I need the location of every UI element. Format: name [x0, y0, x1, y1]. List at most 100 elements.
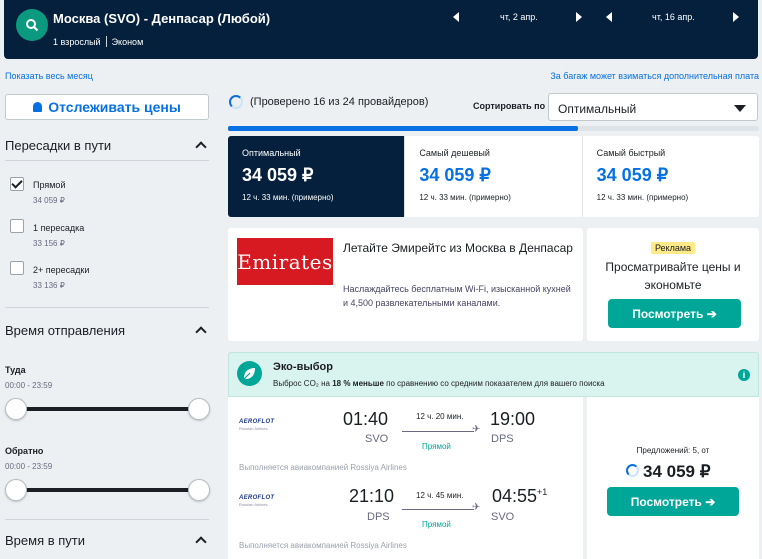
airline-logo-text: AEROFLOT	[239, 419, 275, 425]
stops-two-plus-price: 33 136 ₽	[33, 281, 65, 290]
ad-badge: Реклама	[650, 242, 696, 254]
prev-depart-date-icon[interactable]	[453, 12, 459, 22]
outbound-arrival-time: 19:00	[490, 409, 536, 429]
search-progress-fill	[228, 126, 579, 131]
search-progress-bar	[228, 126, 759, 131]
next-depart-date-icon[interactable]	[576, 12, 582, 22]
plane-icon: ✈	[472, 502, 481, 513]
plane-icon: ✈	[472, 424, 481, 435]
stops-one-checkbox[interactable]	[10, 219, 24, 233]
stops-direct-label: Прямой	[33, 180, 66, 190]
outbound-departure-airport: SVO	[365, 433, 389, 445]
inbound-arrival-airport: SVO	[491, 511, 515, 523]
outbound-departure-time: 01:40	[343, 409, 389, 429]
search-icon[interactable]	[16, 9, 48, 41]
eco-desc-highlight: 18 % меньше	[332, 379, 384, 388]
chevron-up-icon[interactable]	[195, 536, 207, 548]
loading-spinner-icon	[229, 95, 243, 109]
tab-label: Самый быстрый	[596, 148, 666, 158]
search-summary-header[interactable]: Москва (SVO) - Денпасар (Любой) 1 взросл…	[4, 0, 758, 59]
airline-logo-subtext: Russian Airlines	[239, 502, 268, 507]
next-day-indicator: +1	[537, 487, 548, 497]
chevron-up-icon[interactable]	[195, 141, 207, 153]
tab-duration: 12 ч. 33 мин. (примерно)	[596, 193, 689, 202]
tab-price: 34 059 ₽	[242, 165, 314, 185]
tab-fastest[interactable]: Самый быстрый 34 059 ₽ 12 ч. 33 мин. (пр…	[583, 136, 759, 217]
prev-return-date-icon[interactable]	[606, 12, 612, 22]
result-price: 34 059 ₽	[643, 462, 711, 481]
outbound-label: Туда	[5, 365, 26, 375]
providers-checked-status: (Проверено 16 из 24 провайдеров)	[250, 96, 429, 108]
stops-two-plus-label: 2+ пересадки	[33, 265, 90, 275]
divider	[105, 36, 107, 47]
outbound-duration: 12 ч. 20 мин.	[416, 412, 464, 421]
stops-one-price: 33 156 ₽	[33, 239, 65, 248]
tab-best[interactable]: Оптимальный 34 059 ₽ 12 ч. 33 мин. (прим…	[228, 136, 406, 217]
sponsored-ad-card[interactable]: Emirates Летайте Эмирейтс из Москва в Де…	[228, 228, 583, 341]
dropdown-arrow-icon	[734, 105, 746, 112]
result-view-button[interactable]: Посмотреть ➔	[607, 487, 739, 516]
tab-cheapest[interactable]: Самый дешевый 34 059 ₽ 12 ч. 33 мин. (пр…	[405, 136, 583, 217]
stops-two-plus-checkbox[interactable]	[10, 261, 24, 275]
info-icon[interactable]: i	[738, 369, 750, 381]
outbound-arrival-airport: DPS	[491, 433, 514, 445]
stops-direct-price: 34 059 ₽	[33, 196, 65, 205]
track-prices-button[interactable]: Отслеживать цены	[5, 94, 209, 120]
inbound-arrival-time: 04:55+1	[492, 486, 547, 507]
return-range: 00:00 - 23:59	[5, 462, 53, 471]
inbound-operated-by: Выполняется авиакомпанией Rossiya Airlin…	[239, 541, 407, 550]
stops-filter-title[interactable]: Пересадки в пути	[5, 138, 111, 153]
next-return-date-icon[interactable]	[733, 12, 739, 22]
eco-choice-banner: Эко-выбор Выброс CO₂ на 18 % меньше по с…	[228, 352, 759, 397]
return-slider-end-handle[interactable]	[188, 479, 210, 501]
track-prices-label: Отслеживать цены	[48, 99, 181, 115]
airline-logo-subtext: Russian Airlines	[239, 426, 268, 431]
ad-view-button[interactable]: Посмотреть ➔	[608, 299, 741, 328]
eco-desc-post: по сравнению со средним показателем для …	[383, 379, 605, 388]
eco-desc-pre: Выброс CO₂ на	[273, 379, 333, 388]
tab-duration: 12 ч. 33 мин. (примерно)	[242, 193, 334, 202]
sort-select[interactable]: Оптимальный	[548, 93, 758, 121]
ad-body: Наслаждайтесь бесплатным Wi-Fi, изысканн…	[343, 284, 571, 308]
airline-logo-text: AEROFLOT	[239, 495, 275, 501]
outbound-range: 00:00 - 23:59	[5, 381, 53, 390]
ad-side-text: Просматривайте цены и экономьте	[605, 260, 741, 292]
divider	[5, 160, 209, 161]
show-month-link[interactable]: Показать весь месяц	[5, 71, 93, 81]
outbound-stops: Прямой	[422, 442, 451, 451]
aeroflot-logo: AEROFLOT Russian Airlines	[239, 419, 285, 433]
tab-label: Оптимальный	[242, 148, 301, 158]
divider	[5, 307, 209, 308]
passengers-count: 1 взрослый	[53, 36, 101, 47]
flight-result-card[interactable]: AEROFLOT Russian Airlines 01:40 SVO 12 ч…	[228, 397, 583, 559]
depart-date[interactable]: чт, 2 апр.	[500, 12, 560, 22]
sort-select-value: Оптимальный	[558, 102, 637, 116]
duration-filter-title[interactable]: Время в пути	[5, 533, 85, 548]
divider	[5, 519, 209, 520]
inbound-duration: 12 ч. 45 мин.	[416, 491, 464, 500]
inbound-arrival-time-value: 04:55	[492, 486, 538, 506]
tab-label: Самый дешевый	[419, 148, 490, 158]
return-date[interactable]: чт, 16 апр.	[652, 12, 712, 22]
outbound-slider-end-handle[interactable]	[188, 398, 210, 420]
stops-one-label: 1 пересадка	[33, 223, 85, 233]
stops-direct-checkbox[interactable]	[10, 177, 24, 191]
sort-label: Сортировать по	[473, 101, 546, 111]
chevron-up-icon[interactable]	[195, 326, 207, 338]
inbound-flight-line	[402, 509, 474, 510]
inbound-departure-time: 21:10	[349, 486, 395, 506]
outbound-flight-line	[402, 431, 474, 432]
tab-price: 34 059 ₽	[596, 165, 669, 185]
outbound-operated-by: Выполняется авиакомпанией Rossiya Airlin…	[239, 463, 407, 472]
return-slider-track	[14, 488, 200, 492]
tab-price: 34 059 ₽	[419, 165, 491, 185]
sort-tabs: Оптимальный 34 059 ₽ 12 ч. 33 мин. (прим…	[228, 136, 759, 217]
departure-time-title[interactable]: Время отправления	[5, 323, 125, 338]
outbound-slider-start-handle[interactable]	[5, 398, 27, 420]
return-slider-start-handle[interactable]	[5, 479, 27, 501]
outbound-slider-track	[14, 407, 200, 411]
inbound-departure-airport: DPS	[367, 511, 390, 523]
aeroflot-logo: AEROFLOT Russian Airlines	[239, 495, 285, 509]
baggage-fee-link[interactable]: За багаж может взиматься дополнительная …	[550, 71, 759, 81]
tab-duration: 12 ч. 33 мин. (примерно)	[419, 193, 511, 202]
